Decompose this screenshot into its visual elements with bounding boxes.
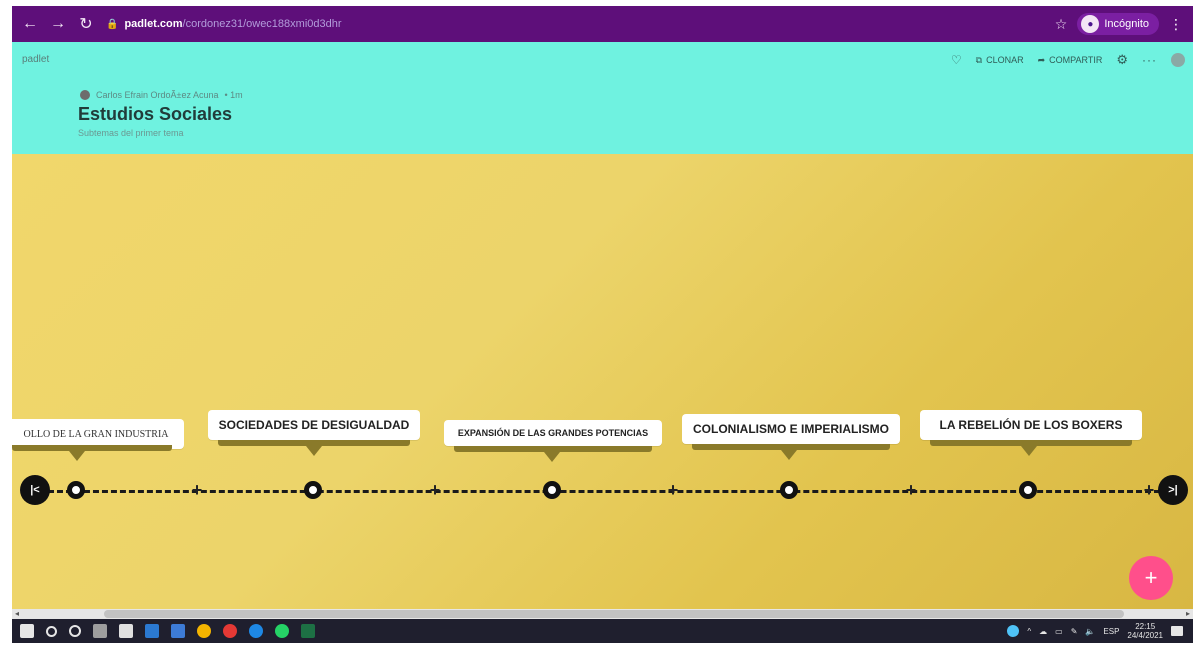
firefox-icon[interactable] (223, 624, 237, 638)
add-between-2-icon[interactable]: + (428, 480, 442, 501)
task-view-icon[interactable] (93, 624, 107, 638)
clone-button[interactable]: ⧉ CLONAR (976, 55, 1024, 66)
excel-icon[interactable] (301, 624, 315, 638)
search-icon[interactable] (46, 625, 57, 637)
timeline-node-5[interactable] (1019, 481, 1037, 499)
clock[interactable]: 22:15 24/4/2021 (1127, 622, 1163, 640)
gear-icon[interactable]: ⚙ (1116, 52, 1128, 68)
timeline-node-4[interactable] (780, 481, 798, 499)
chevron-up-icon[interactable]: ^ (1027, 627, 1031, 636)
clone-label: CLONAR (986, 55, 1024, 65)
timeline-pointer-2 (306, 446, 322, 456)
post-meta: Carlos Efrain OrdoÃ±ez Acuna • 1m (80, 90, 243, 100)
timeline-pointer-5 (1021, 446, 1037, 456)
cloud-icon[interactable]: ☁ (1039, 627, 1047, 636)
clone-icon: ⧉ (975, 54, 983, 65)
author-avatar (80, 90, 90, 100)
incognito-badge[interactable]: ● Incógnito (1077, 13, 1159, 35)
browser-toolbar: ← → ↻ 🔒 padlet.com /cordonez31/owec188xm… (12, 6, 1193, 42)
clock-date: 24/4/2021 (1127, 631, 1163, 640)
timeline-board: OLLO DE LA GRAN INDUSTRIA SOCIEDADES DE … (12, 154, 1193, 609)
timeline-pointer-1 (69, 451, 85, 461)
add-between-3-icon[interactable]: + (666, 480, 680, 501)
timeline-end-button[interactable]: >| (1158, 475, 1188, 505)
notification-icon[interactable] (1171, 626, 1183, 636)
system-tray: ^ ☁ ▭ ✎ 🔈 ESP 22:15 24/4/2021 (1007, 622, 1183, 640)
back-icon[interactable]: ← (20, 14, 40, 34)
share-icon: ➦ (1037, 54, 1046, 65)
tray-app-icon[interactable] (1007, 625, 1020, 637)
scroll-right-icon[interactable]: ▸ (1186, 609, 1190, 618)
store-icon[interactable] (119, 624, 133, 638)
screen-frame: ← → ↻ 🔒 padlet.com /cordonez31/owec188xm… (12, 6, 1193, 643)
word-icon[interactable] (145, 624, 159, 638)
horizontal-scrollbar[interactable]: ◂ ▸ (12, 609, 1193, 619)
add-between-5-icon[interactable]: + (1142, 480, 1156, 501)
incognito-label: Incógnito (1104, 18, 1149, 30)
timeline-axis (48, 490, 1160, 493)
page-subtitle: Subtemas del primer tema (78, 128, 184, 138)
add-between-1-icon[interactable]: + (190, 480, 204, 501)
scroll-left-icon[interactable]: ◂ (15, 609, 19, 618)
url-domain: padlet.com (124, 18, 183, 30)
timeline-node-2[interactable] (304, 481, 322, 499)
network-icon[interactable]: ▭ (1055, 627, 1063, 636)
browser-right-controls: ☆ ● Incógnito ⋮ (1055, 13, 1183, 35)
timeline-node-3[interactable] (543, 481, 561, 499)
share-label: COMPARTIR (1049, 55, 1103, 65)
share-button[interactable]: ➦ COMPARTIR (1038, 55, 1103, 66)
brand-logo[interactable]: padlet (22, 54, 49, 65)
time-ago: • 1m (224, 90, 243, 100)
mail-icon[interactable] (171, 624, 185, 638)
cortana-icon[interactable] (69, 625, 81, 637)
windows-taskbar: ^ ☁ ▭ ✎ 🔈 ESP 22:15 24/4/2021 (12, 619, 1193, 643)
more-icon[interactable]: ··· (1142, 53, 1157, 67)
chrome-icon[interactable] (197, 624, 211, 638)
timeline-start-button[interactable]: |< (20, 475, 50, 505)
windows-start-icon[interactable] (20, 624, 34, 638)
timeline-node-1[interactable] (67, 481, 85, 499)
padlet-header: padlet ♡ ⧉ CLONAR ➦ COMPARTIR ⚙ ··· Carl… (12, 42, 1193, 154)
browser-menu-icon[interactable]: ⋮ (1169, 16, 1183, 33)
timeline-pointer-4 (781, 450, 797, 460)
clock-time: 22:15 (1135, 622, 1156, 631)
volume-icon[interactable]: 🔈 (1085, 627, 1095, 636)
pen-icon[interactable]: ✎ (1071, 627, 1078, 636)
heart-icon[interactable]: ♡ (951, 53, 962, 67)
timeline-label-2[interactable]: SOCIEDADES DE DESIGUALDAD (208, 410, 420, 440)
timeline-label-3[interactable]: EXPANSIÓN DE LAS GRANDES POTENCIAS (444, 420, 662, 446)
add-post-button[interactable]: + (1129, 556, 1173, 600)
timeline-label-4[interactable]: COLONIALISMO E IMPERIALISMO (682, 414, 900, 444)
whatsapp-icon[interactable] (275, 624, 289, 638)
page-title: Estudios Sociales (78, 104, 233, 124)
header-actions: ♡ ⧉ CLONAR ➦ COMPARTIR ⚙ ··· (951, 52, 1185, 68)
add-between-4-icon[interactable]: + (904, 480, 918, 501)
author-name: Carlos Efrain OrdoÃ±ez Acuna (96, 90, 219, 100)
reload-icon[interactable]: ↻ (76, 14, 96, 34)
star-icon[interactable]: ☆ (1055, 16, 1068, 33)
lock-icon: 🔒 (106, 18, 119, 30)
forward-icon[interactable]: → (48, 14, 68, 34)
address-bar[interactable]: 🔒 padlet.com /cordonez31/owec188xmi0d3dh… (106, 12, 926, 36)
user-avatar[interactable] (1171, 53, 1185, 67)
incognito-icon: ● (1081, 15, 1100, 33)
timeline-pointer-3 (544, 452, 560, 462)
language-indicator[interactable]: ESP (1103, 627, 1119, 636)
timeline-label-5[interactable]: LA REBELIÓN DE LOS BOXERS (920, 410, 1142, 440)
timeline-label-1-shadow (12, 445, 172, 451)
url-path: /cordonez31/owec188xmi0d3dhr (182, 18, 342, 30)
scrollbar-thumb[interactable] (104, 610, 1124, 618)
edge-icon[interactable] (249, 624, 263, 638)
